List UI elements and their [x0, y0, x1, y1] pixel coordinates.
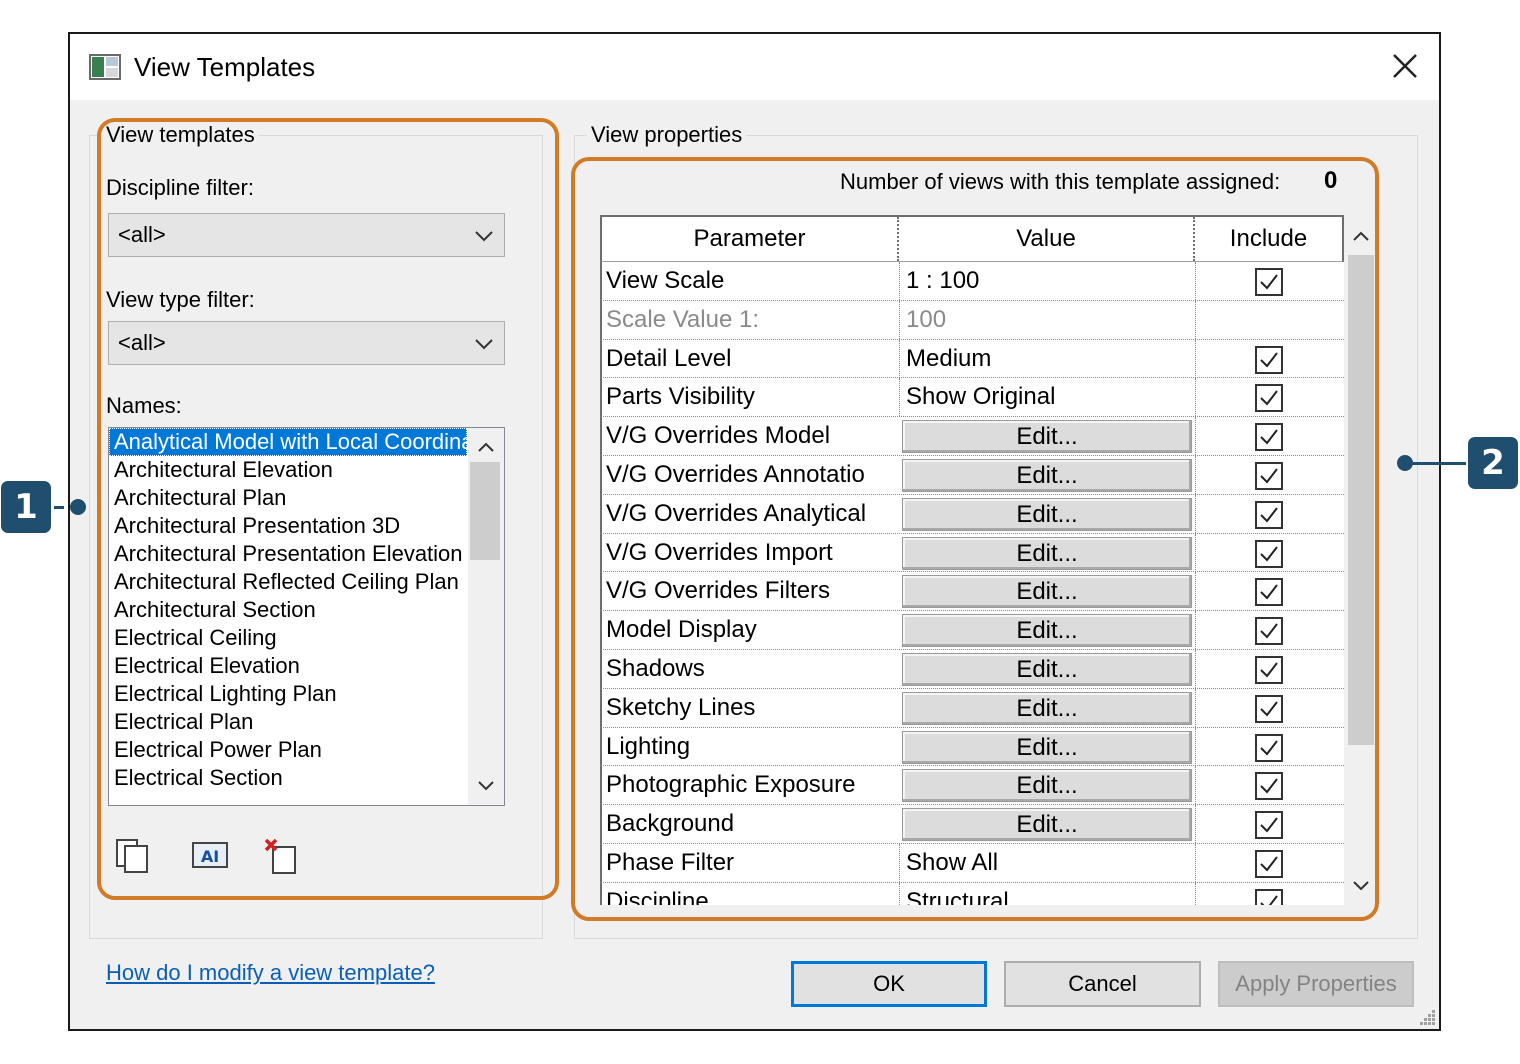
view-properties-group-label: View properties	[587, 121, 747, 149]
callout-badge-1: 1	[1, 481, 51, 533]
cancel-button[interactable]: Cancel	[1004, 961, 1201, 1007]
callout-1-dot	[70, 499, 86, 515]
window-title: View Templates	[134, 52, 316, 82]
callout-2-frame	[571, 157, 1379, 921]
help-link[interactable]: How do I modify a view template?	[106, 958, 435, 988]
title-bar: View Templates	[70, 34, 1439, 100]
ok-button[interactable]: OK	[791, 961, 987, 1007]
view-templates-app-icon	[89, 54, 121, 80]
callout-1-frame	[97, 118, 559, 900]
apply-properties-button[interactable]: Apply Properties	[1218, 961, 1414, 1007]
resize-grip-icon[interactable]	[1417, 1007, 1437, 1027]
close-icon[interactable]	[1385, 46, 1425, 86]
callout-badge-2: 2	[1468, 437, 1518, 489]
callout-1-leader	[54, 506, 64, 509]
callout-2-leader	[1410, 462, 1466, 465]
